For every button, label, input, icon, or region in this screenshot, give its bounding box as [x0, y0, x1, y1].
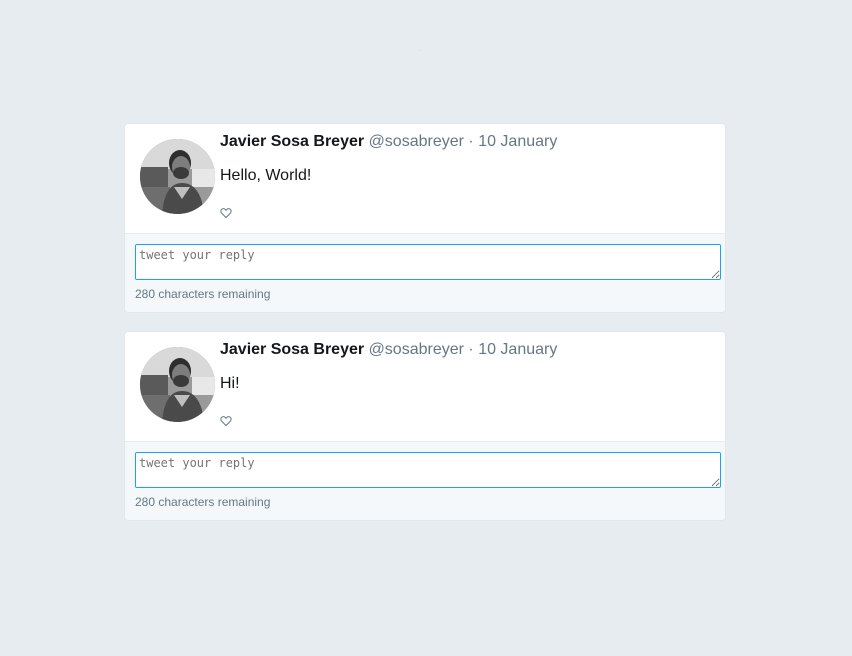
reply-box: 280 characters remaining	[125, 233, 725, 312]
header-separator: ·	[468, 133, 474, 150]
avatar[interactable]	[140, 139, 215, 214]
background-speck	[419, 50, 420, 51]
tweet-text: Hello, World!	[220, 167, 312, 184]
tweet-feed: Javier Sosa Breyer @sosabreyer · 10 Janu…	[125, 124, 725, 540]
reply-box: 280 characters remaining	[125, 441, 725, 520]
tweet-text: Hi!	[220, 375, 240, 392]
author-handle[interactable]: @sosabreyer	[369, 341, 464, 358]
avatar-photo-icon	[140, 347, 215, 422]
tweet-header: Javier Sosa Breyer @sosabreyer · 10 Janu…	[220, 133, 557, 151]
heart-outline-icon[interactable]	[220, 207, 232, 219]
avatar-photo-icon	[140, 139, 215, 214]
characters-remaining: 280 characters remaining	[135, 495, 271, 509]
tweet-body: Javier Sosa Breyer @sosabreyer · 10 Janu…	[125, 332, 725, 441]
avatar[interactable]	[140, 347, 215, 422]
heart-outline-icon[interactable]	[220, 415, 232, 427]
tweet-card: Javier Sosa Breyer @sosabreyer · 10 Janu…	[125, 332, 725, 520]
reply-input[interactable]	[135, 244, 721, 280]
tweet-date: 10 January	[478, 341, 558, 358]
tweet-body: Javier Sosa Breyer @sosabreyer · 10 Janu…	[125, 124, 725, 233]
author-handle[interactable]: @sosabreyer	[369, 133, 464, 150]
tweet-date: 10 January	[478, 133, 558, 150]
reply-input[interactable]	[135, 452, 721, 488]
author-name[interactable]: Javier Sosa Breyer	[220, 341, 364, 358]
author-name[interactable]: Javier Sosa Breyer	[220, 133, 364, 150]
tweet-card: Javier Sosa Breyer @sosabreyer · 10 Janu…	[125, 124, 725, 312]
header-separator: ·	[468, 341, 474, 358]
tweet-header: Javier Sosa Breyer @sosabreyer · 10 Janu…	[220, 341, 557, 359]
characters-remaining: 280 characters remaining	[135, 287, 271, 301]
